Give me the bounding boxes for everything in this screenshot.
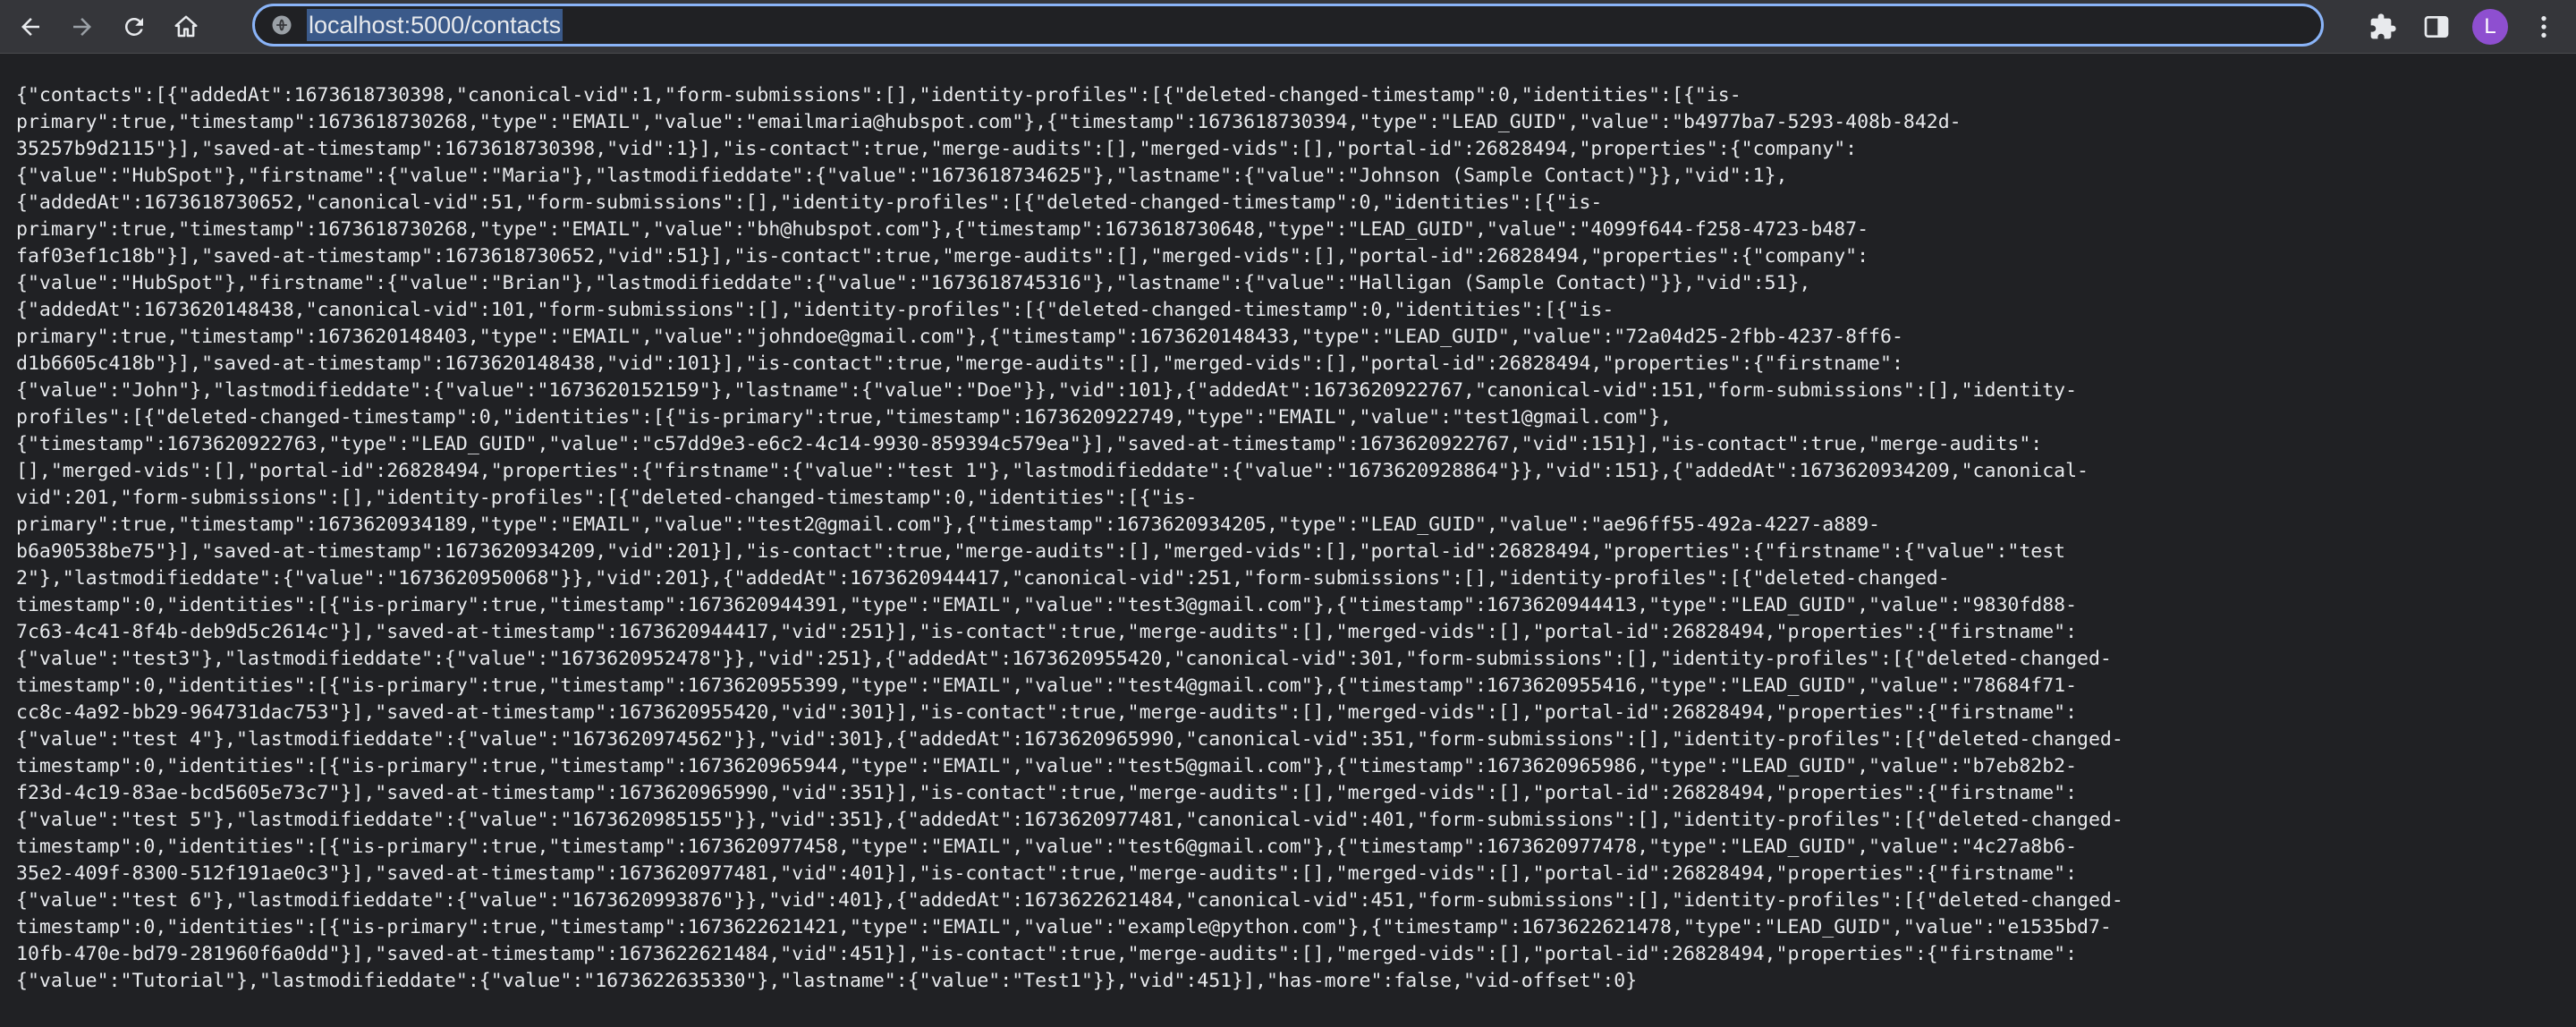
- json-line: 7c63-4c41-8f4b-deb9d5c2614c"}],"saved-at…: [16, 621, 2078, 643]
- back-arrow-icon: [21, 17, 39, 36]
- json-line: {"value":"test 4"},"lastmodifieddate":{"…: [16, 728, 2123, 751]
- address-bar[interactable]: localhost:5000/contacts: [252, 4, 2324, 47]
- json-line: f23d-4c19-83ae-bcd5605e73c7"}],"saved-at…: [16, 782, 2078, 804]
- side-panel-button[interactable]: [2415, 5, 2458, 48]
- home-button[interactable]: [165, 5, 208, 48]
- browser-toolbar: localhost:5000/contacts L: [0, 0, 2576, 54]
- json-line: {"value":"HubSpot"},"firstname":{"value"…: [16, 272, 1811, 294]
- side-panel-icon: [2424, 16, 2449, 38]
- json-line: primary":true,"timestamp":1673618730268,…: [16, 218, 1869, 241]
- json-line: b6a90538be75"}],"saved-at-timestamp":167…: [16, 540, 2066, 563]
- json-line: {"value":"test 5"},"lastmodifieddate":{"…: [16, 809, 2123, 831]
- json-line: {"value":"HubSpot"},"firstname":{"value"…: [16, 165, 1788, 187]
- json-line: 10fb-470e-bd79-281960f6a0dd"}],"saved-at…: [16, 943, 2078, 965]
- reload-button[interactable]: [113, 5, 156, 48]
- json-line: {"contacts":[{"addedAt":1673618730398,"c…: [16, 84, 1741, 106]
- json-response-body: {"contacts":[{"addedAt":1673618730398,"c…: [16, 82, 2556, 995]
- back-button[interactable]: [9, 5, 52, 48]
- json-line: {"addedAt":1673618730652,"canonical-vid"…: [16, 191, 1603, 214]
- json-line: 35e2-409f-8300-512f191ae0c3"}],"saved-at…: [16, 862, 2078, 885]
- json-line: vid":201,"form-submissions":[],"identity…: [16, 487, 1198, 509]
- json-line: {"value":"test 6"},"lastmodifieddate":{"…: [16, 889, 2123, 912]
- json-line: timestamp":0,"identities":[{"is-primary"…: [16, 675, 2078, 697]
- json-line: 35257b9d2115"}],"saved-at-timestamp":167…: [16, 138, 1858, 160]
- profile-button[interactable]: L: [2469, 5, 2512, 48]
- json-line: {"value":"John"},"lastmodifieddate":{"va…: [16, 379, 2078, 402]
- extensions-button[interactable]: [2361, 5, 2404, 48]
- toolbar-right: L: [2361, 0, 2576, 54]
- json-line: timestamp":0,"identities":[{"is-primary"…: [16, 755, 2078, 777]
- json-line: {"value":"Tutorial"},"lastmodifieddate":…: [16, 970, 1638, 992]
- json-line: timestamp":0,"identities":[{"is-primary"…: [16, 836, 2078, 858]
- json-line: cc8c-4a92-bb29-964731dac753"}],"saved-at…: [16, 701, 2078, 724]
- json-line: d1b6605c418b"}],"saved-at-timestamp":167…: [16, 352, 1903, 375]
- json-line: 2"},"lastmodifieddate":{"value":"1673620…: [16, 567, 1950, 590]
- json-line: faf03ef1c18b"}],"saved-at-timestamp":167…: [16, 245, 1869, 267]
- kebab-menu-icon: [2541, 16, 2546, 38]
- json-line: profiles":[{"deleted-changed-timestamp":…: [16, 406, 1673, 429]
- json-line: timestamp":0,"identities":[{"is-primary"…: [16, 594, 2078, 616]
- forward-button[interactable]: [61, 5, 104, 48]
- forward-arrow-icon: [73, 17, 91, 36]
- json-line: {"timestamp":1673620922763,"type":"LEAD_…: [16, 433, 2043, 455]
- avatar: L: [2472, 9, 2508, 45]
- site-info-button[interactable]: [264, 7, 300, 43]
- json-line: primary":true,"timestamp":1673620148403,…: [16, 326, 1903, 348]
- json-line: [],"merged-vids":[],"portal-id":26828494…: [16, 460, 2089, 482]
- site-info-icon: [272, 15, 292, 35]
- json-line: primary":true,"timestamp":1673618730268,…: [16, 111, 1962, 133]
- reload-icon: [124, 17, 143, 36]
- json-line: primary":true,"timestamp":1673620934189,…: [16, 514, 1880, 536]
- json-line: {"value":"test3"},"lastmodifieddate":{"v…: [16, 648, 2112, 670]
- url-text[interactable]: localhost:5000/contacts: [307, 9, 564, 41]
- home-icon: [174, 15, 198, 37]
- browser-menu-button[interactable]: [2522, 5, 2565, 48]
- json-line: {"addedAt":1673620148438,"canonical-vid"…: [16, 299, 1614, 321]
- json-line: timestamp":0,"identities":[{"is-primary"…: [16, 916, 2112, 938]
- puzzle-piece-icon: [2370, 13, 2396, 39]
